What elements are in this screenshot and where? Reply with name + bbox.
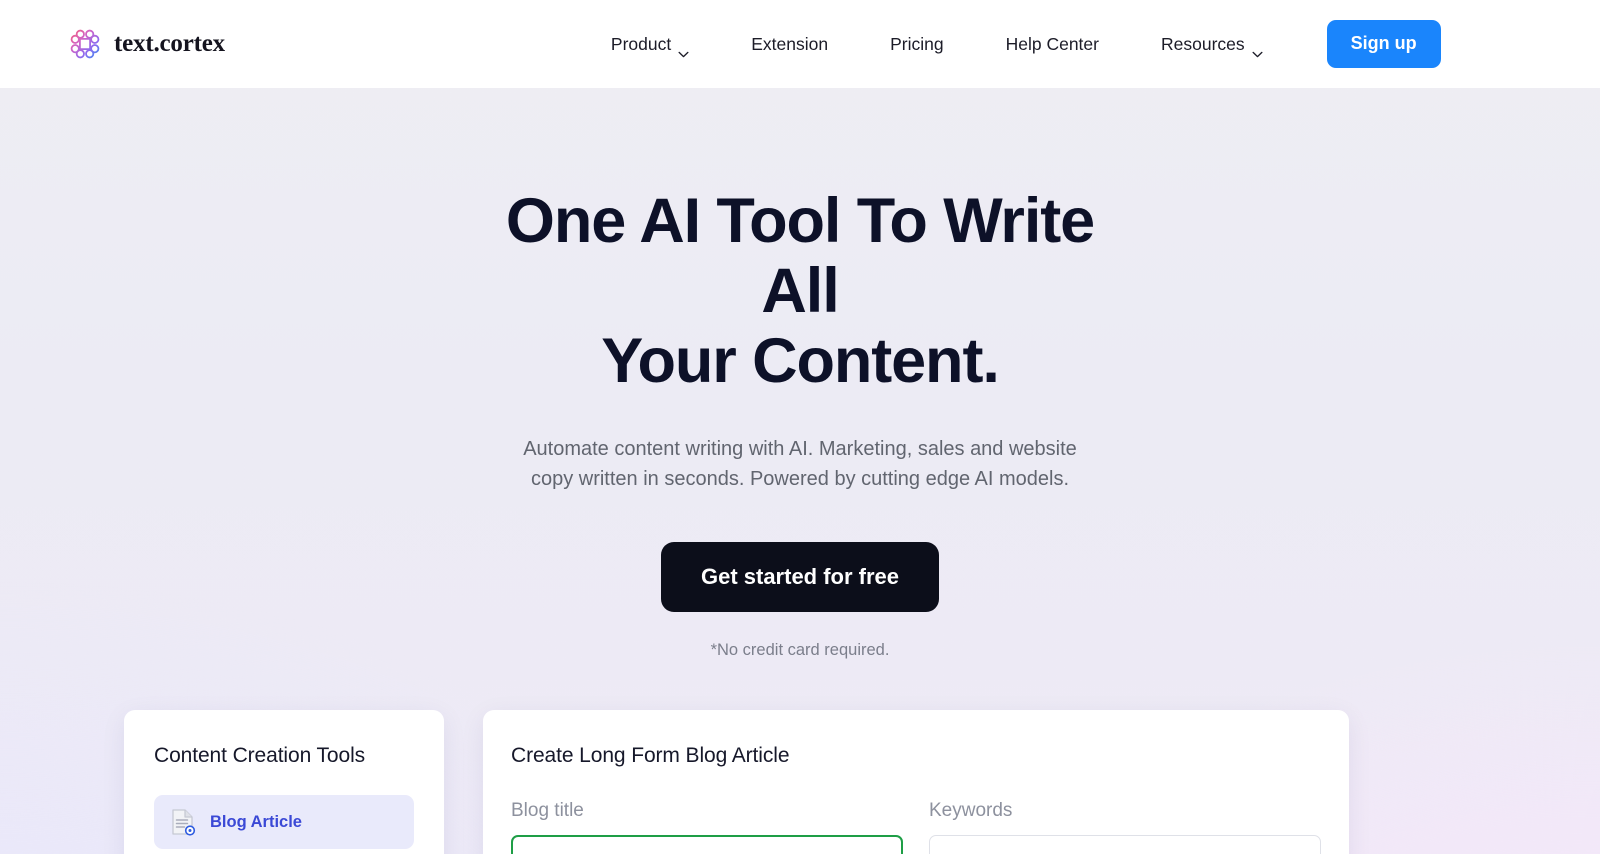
hero-subtitle-line-2: copy written in seconds. Powered by cutt… <box>530 468 1070 490</box>
keywords-label: Keywords <box>929 800 1013 821</box>
cortex-petals-icon <box>68 27 102 61</box>
chevron-down-icon <box>1252 42 1263 57</box>
nav-item-label: Product <box>610 33 672 54</box>
nav-item-pricing[interactable]: Pricing <box>859 34 975 55</box>
page-title-line-2: Your Content. <box>601 326 1000 396</box>
site-header: text.cortex Product Extension Pricing He… <box>0 0 1600 88</box>
nav-item-label: Pricing <box>890 33 944 54</box>
nav-item-resources[interactable]: Resources <box>1130 33 1294 57</box>
nav-item-help-center[interactable]: Help Center <box>975 34 1130 55</box>
hero-subtitle-line-1: Automate content writing with AI. Market… <box>523 438 1077 460</box>
nav-item-extension[interactable]: Extension <box>720 34 859 55</box>
create-article-heading: Create Long Form Blog Article <box>511 744 790 767</box>
brand-name: text.cortex <box>114 30 225 57</box>
keywords-field-group: Keywords Hint: Type and press enter <box>929 800 1321 854</box>
nav-item-label: Resources <box>1160 33 1245 54</box>
content-tools-list: Blog Article Product Descriptions <box>154 795 414 854</box>
blog-title-field-group: Blog title How Content Increases Traffic… <box>511 800 903 854</box>
get-started-button[interactable]: Get started for free <box>660 542 940 612</box>
nav-item-product[interactable]: Product <box>580 33 720 57</box>
brand-logo[interactable]: text.cortex <box>68 27 225 61</box>
hero-section: One AI Tool To Write All Your Content. A… <box>0 88 1600 660</box>
main-nav: Product Extension Pricing Help Center Re… <box>580 20 1441 68</box>
keywords-input[interactable] <box>929 835 1321 854</box>
nav-item-label: Help Center <box>1005 33 1099 54</box>
hero-subtitle: Automate content writing with AI. Market… <box>510 434 1090 494</box>
content-tools-heading: Content Creation Tools <box>154 744 366 767</box>
no-credit-card-note: *No credit card required. <box>710 641 890 659</box>
signup-button[interactable]: Sign up <box>1326 20 1441 68</box>
document-article-icon <box>170 808 196 836</box>
blog-title-input[interactable]: How Content Increases Traffic <box>511 835 903 854</box>
tool-item-product-descriptions[interactable]: Product Descriptions <box>154 849 414 854</box>
chevron-down-icon <box>678 42 689 57</box>
article-form: Blog title How Content Increases Traffic… <box>511 800 1321 854</box>
content-tools-card: Content Creation Tools Blog Article <box>124 710 444 854</box>
create-article-card: Create Long Form Blog Article Blog title… <box>483 710 1349 854</box>
page-title: One AI Tool To Write All Your Content. <box>470 186 1130 396</box>
demo-preview: Content Creation Tools Blog Article Crea… <box>0 710 1600 854</box>
tool-item-blog-article[interactable]: Blog Article <box>154 795 414 849</box>
tool-item-label: Blog Article <box>210 812 302 831</box>
blog-title-label: Blog title <box>511 800 584 821</box>
page-title-line-1: One AI Tool To Write All <box>505 186 1095 326</box>
nav-item-label: Extension <box>751 33 829 54</box>
